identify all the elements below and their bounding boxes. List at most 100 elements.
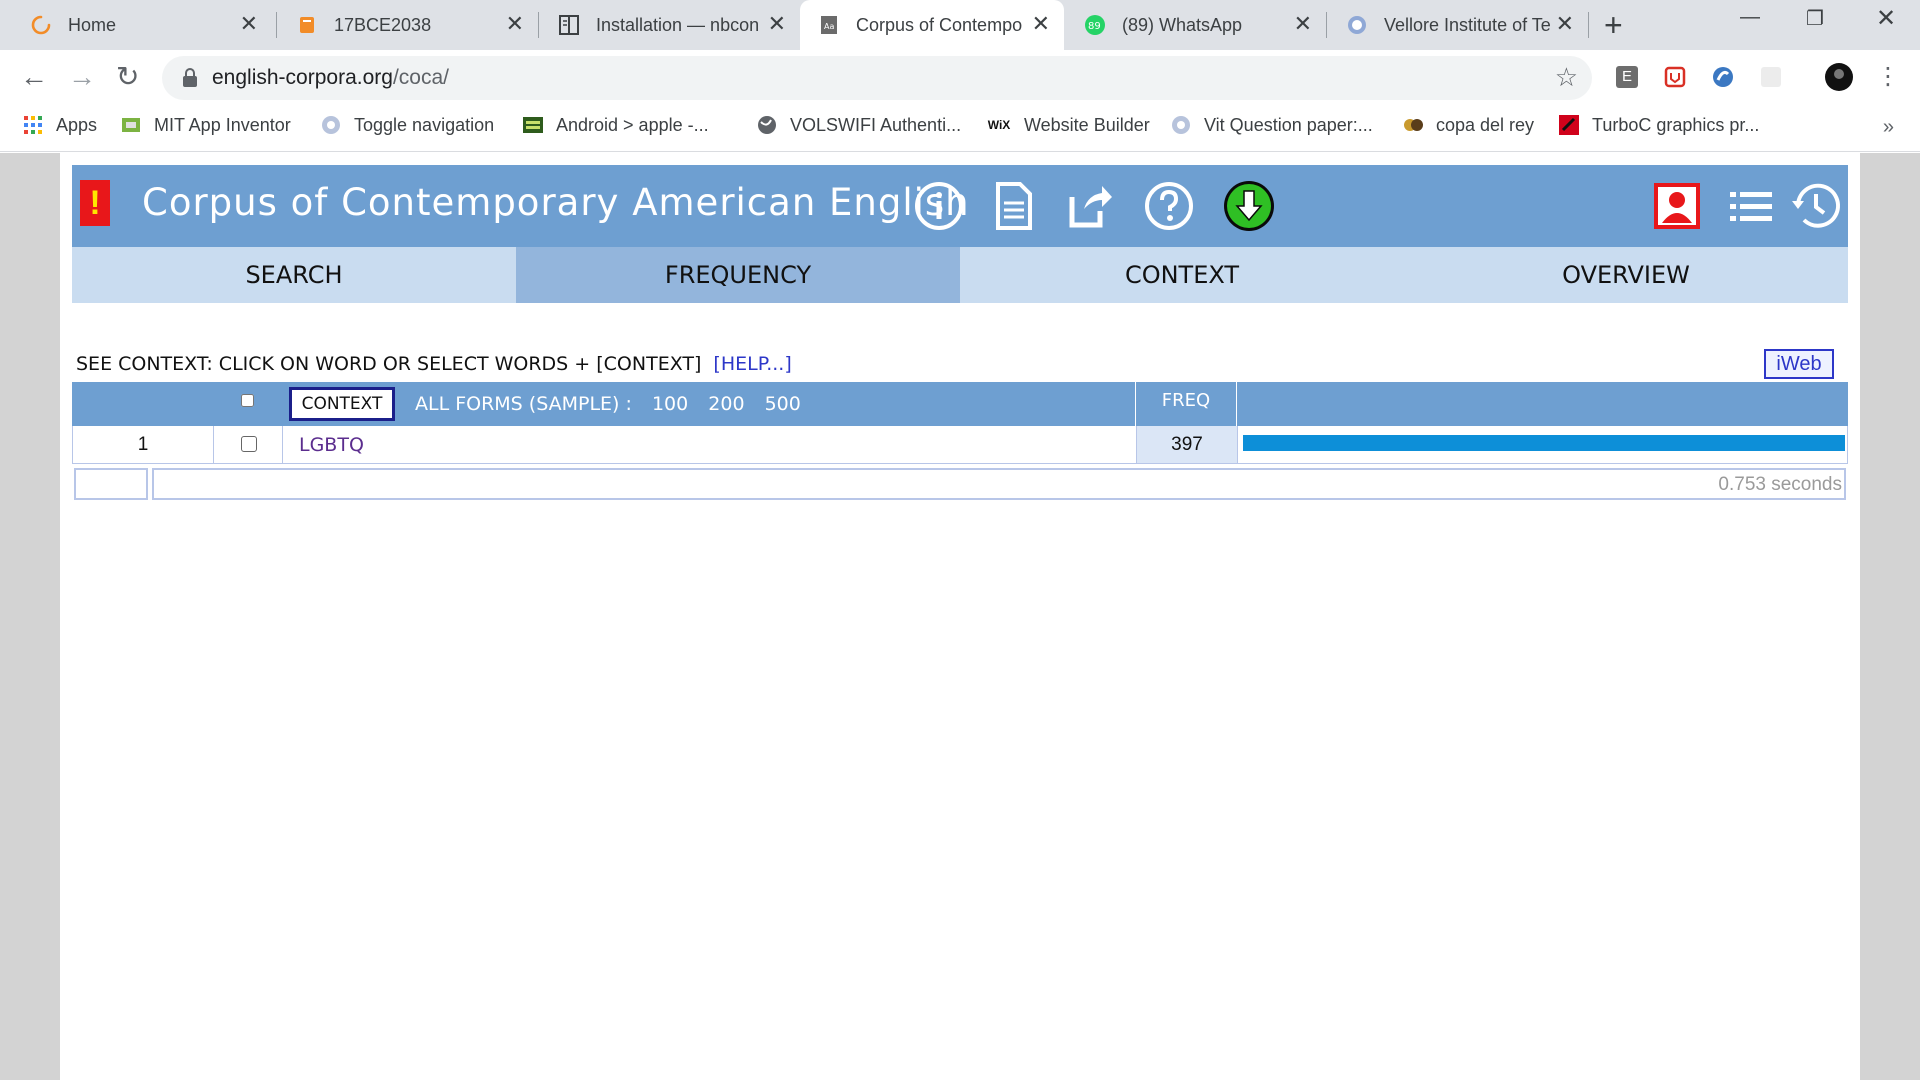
back-icon[interactable]: ←	[20, 62, 48, 92]
iweb-button[interactable]: iWeb	[1764, 349, 1834, 379]
list-icon[interactable]	[1724, 179, 1778, 233]
tab-frequency[interactable]: FREQUENCY	[516, 247, 960, 303]
app-inventor-icon	[120, 114, 142, 136]
timing-left-cell	[74, 468, 148, 500]
row-checkbox[interactable]	[241, 436, 257, 452]
bookmark-android-apple[interactable]: Android > apple -...	[522, 114, 709, 136]
svg-text:Aa: Aa	[824, 22, 834, 31]
help-question-icon[interactable]	[1142, 179, 1196, 233]
doc-reader-icon	[558, 14, 580, 36]
extension-e-icon[interactable]: E	[1614, 64, 1640, 90]
tab-title: Vellore Institute of Te	[1384, 14, 1551, 35]
download-icon[interactable]	[1222, 179, 1276, 233]
vit-icon	[320, 114, 342, 136]
main-nav: SEARCH FREQUENCY CONTEXT OVERVIEW	[72, 247, 1848, 303]
tab-title: Corpus of Contempo	[856, 14, 1023, 35]
document-icon[interactable]	[986, 179, 1040, 233]
bookmark-label: Android > apple -...	[556, 114, 709, 135]
bookmarks-bar: Apps MIT App Inventor Toggle navigation …	[0, 106, 1920, 152]
tab-home[interactable]: Home ✕	[12, 0, 272, 50]
profile-avatar[interactable]	[1824, 62, 1854, 92]
tab-overview[interactable]: OVERVIEW	[1404, 247, 1848, 303]
browser-toolbar: ← → ↻ english-corpora.org/coca/ ☆ E ⋮	[0, 50, 1920, 106]
context-button[interactable]: CONTEXT	[289, 387, 395, 421]
tab-separator	[538, 12, 539, 38]
tab-separator	[1588, 12, 1589, 38]
reload-icon[interactable]: ↻	[116, 62, 139, 92]
instructions-text: SEE CONTEXT: CLICK ON WORD OR SELECT WOR…	[76, 353, 702, 375]
close-icon[interactable]: ✕	[1294, 13, 1312, 35]
close-icon[interactable]: ✕	[240, 13, 258, 35]
page-icon: Aa	[818, 14, 840, 36]
tab-title: Home	[68, 14, 117, 35]
row-rank: 1	[73, 426, 214, 463]
freq-bar	[1243, 435, 1845, 451]
bookmark-apps[interactable]: Apps	[22, 114, 97, 136]
row-checkbox-cell	[214, 426, 283, 463]
tab-title: 17BCE2038	[334, 14, 432, 35]
bookmark-label: Toggle navigation	[354, 114, 495, 135]
row-word-link[interactable]: LGBTQ	[299, 434, 364, 456]
row-freq: 397	[1136, 426, 1238, 463]
bookmarks-overflow-icon[interactable]: »	[1883, 116, 1894, 139]
address-bar[interactable]: english-corpora.org/coca/ ☆	[162, 56, 1592, 100]
extension-blank-icon[interactable]	[1758, 64, 1784, 90]
bookmark-mit-app-inventor[interactable]: MIT App Inventor	[120, 114, 291, 136]
bookmark-label: TurboC graphics pr...	[1592, 114, 1760, 135]
freq-bar-track	[1243, 435, 1845, 451]
tab-title: (89) WhatsApp	[1122, 14, 1243, 35]
user-account-icon[interactable]	[1650, 179, 1704, 233]
context-instructions: SEE CONTEXT: CLICK ON WORD OR SELECT WOR…	[76, 353, 792, 375]
select-all-checkbox[interactable]	[241, 394, 254, 407]
bookmark-website-builder[interactable]: WiX Website Builder	[986, 114, 1150, 136]
menu-dots-icon[interactable]: ⋮	[1876, 62, 1900, 92]
external-link-icon[interactable]	[1062, 179, 1116, 233]
results-header: CONTEXT ALL FORMS (SAMPLE) : 100 200 500…	[72, 382, 1848, 426]
sample-500-link[interactable]: 500	[765, 393, 801, 415]
extension-shield-icon[interactable]	[1662, 64, 1688, 90]
close-icon[interactable]: ✕	[1556, 13, 1574, 35]
history-clock-icon[interactable]	[1788, 179, 1842, 233]
close-icon[interactable]: ✕	[768, 13, 786, 35]
tab-installation[interactable]: Installation — nbcon ✕	[540, 0, 800, 50]
tab-context[interactable]: CONTEXT	[960, 247, 1404, 303]
tab-separator	[1326, 12, 1327, 38]
freq-column-header[interactable]: FREQ	[1135, 382, 1237, 426]
bookmark-copa-del-rey[interactable]: copa del rey	[1402, 114, 1534, 136]
info-icon[interactable]	[912, 179, 966, 233]
globe-icon	[756, 114, 778, 136]
extension-e-label: E	[1616, 66, 1638, 88]
sample-100-link[interactable]: 100	[652, 393, 688, 415]
url-domain: english-corpora.org	[212, 66, 393, 89]
loading-spinner-icon	[30, 14, 52, 36]
help-link[interactable]: [HELP...]	[713, 353, 791, 375]
bookmark-star-icon[interactable]: ☆	[1555, 62, 1578, 93]
apps-grid-icon	[22, 114, 44, 136]
bookmark-turboc[interactable]: TurboC graphics pr...	[1558, 114, 1759, 136]
tab-17bce2038[interactable]: 17BCE2038 ✕	[278, 0, 538, 50]
minimize-icon[interactable]: —	[1740, 6, 1760, 29]
restore-icon[interactable]: ❐	[1806, 6, 1824, 31]
tab-vellore[interactable]: Vellore Institute of Te ✕	[1328, 0, 1588, 50]
alert-icon[interactable]: !	[80, 180, 110, 226]
close-icon[interactable]: ✕	[506, 13, 524, 35]
soccer-icon	[1402, 114, 1424, 136]
new-tab-button[interactable]: +	[1604, 9, 1623, 41]
close-icon[interactable]: ✕	[1032, 13, 1050, 35]
bookmark-vit-question-paper[interactable]: Vit Question paper:...	[1170, 114, 1373, 136]
bookmark-volswifi[interactable]: VOLSWIFI Authenti...	[756, 114, 961, 136]
url-path: /coca/	[392, 66, 449, 89]
bookmark-toggle-navigation[interactable]: Toggle navigation	[320, 114, 494, 136]
all-forms-label: ALL FORMS (SAMPLE) :	[415, 393, 632, 415]
tab-whatsapp[interactable]: 89 (89) WhatsApp ✕	[1066, 0, 1326, 50]
tab-search[interactable]: SEARCH	[72, 247, 516, 303]
sample-200-link[interactable]: 200	[708, 393, 744, 415]
table-row: 1 LGBTQ 397	[72, 426, 1848, 464]
site-banner: ! Corpus of Contemporary American Englis…	[72, 165, 1848, 247]
tab-corpus[interactable]: Aa Corpus of Contempo ✕	[800, 0, 1064, 50]
wix-icon: WiX	[987, 118, 1011, 132]
vit-icon	[1346, 14, 1368, 36]
window-close-icon[interactable]: ✕	[1876, 4, 1896, 33]
forward-icon[interactable]: →	[68, 62, 96, 92]
extension-swirl-icon[interactable]	[1710, 64, 1736, 90]
